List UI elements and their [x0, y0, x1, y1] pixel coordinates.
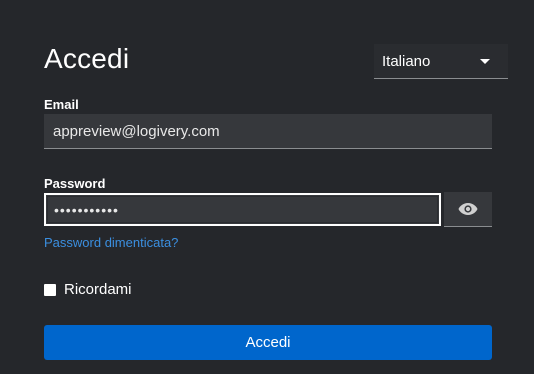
language-select[interactable]: Italiano — [374, 44, 508, 79]
forgot-password-link[interactable]: Password dimenticata? — [44, 235, 178, 250]
email-value: appreview@logivery.com — [53, 122, 220, 140]
show-password-button[interactable] — [444, 192, 492, 227]
password-field[interactable]: ••••••••••• — [44, 193, 441, 226]
chevron-down-icon — [480, 58, 490, 64]
remember-me: Ricordami — [44, 281, 132, 298]
password-value: ••••••••••• — [54, 201, 119, 218]
language-selected-value: Italiano — [382, 52, 431, 70]
login-page: Accedi Italiano Email appreview@logivery… — [0, 0, 534, 374]
eye-icon — [458, 203, 478, 215]
login-button[interactable]: Accedi — [44, 325, 492, 360]
password-label: Password — [44, 176, 106, 191]
remember-me-checkbox[interactable] — [44, 283, 56, 296]
page-title: Accedi — [44, 43, 130, 74]
email-label: Email — [44, 97, 79, 112]
email-field[interactable]: appreview@logivery.com — [44, 114, 492, 149]
remember-me-label: Ricordami — [64, 281, 132, 298]
login-button-label: Accedi — [245, 334, 291, 351]
